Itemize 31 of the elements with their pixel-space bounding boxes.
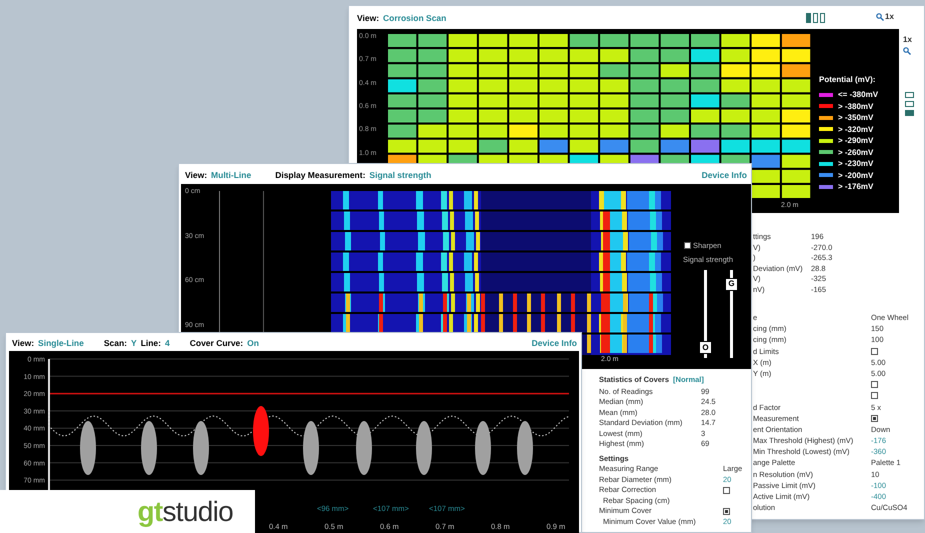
legend-label: > -230mV [838,159,874,168]
legend-label: > -260mV [838,148,874,157]
device-info-link[interactable]: Device Info [532,337,577,350]
legend-label: > -176mV [838,182,874,192]
zoom-level: 1x [903,34,912,46]
display-label: Display Measurement: [275,169,366,182]
scan-value[interactable]: Y [131,337,137,350]
slider-thumb[interactable]: G [725,278,738,290]
legend-label: > -350mV [838,113,874,122]
view-label: View: [357,12,380,25]
device-info-link[interactable]: Device Info [702,169,747,182]
view-value[interactable]: Corrosion Scan [383,12,446,25]
legend-label: > -320mV [838,124,874,134]
legend-title: Potential (mV): [819,74,876,86]
slider-thumb[interactable]: O [699,341,712,354]
logo: gtstudio [137,498,233,526]
legend-label: > -290mV [838,136,874,146]
display-value[interactable]: Signal strength [369,169,432,182]
cover-curve-value[interactable]: On [247,337,259,350]
zoom-level: 1x [885,11,894,23]
legend-label: > -380mV [838,102,874,111]
line-value[interactable]: 4 [165,337,170,350]
view-value[interactable]: Multi-Line [211,169,252,182]
view-label: View: [12,337,34,350]
line-label: Line: [140,337,161,350]
cover-curve-label: Cover Curve: [190,337,244,350]
view-value[interactable]: Single-Line [38,337,84,350]
legend-label: > -200mV [838,170,874,180]
view-label: View: [185,169,208,182]
scan-label: Scan: [104,337,128,350]
legend-label: <= -380mV [838,90,878,100]
